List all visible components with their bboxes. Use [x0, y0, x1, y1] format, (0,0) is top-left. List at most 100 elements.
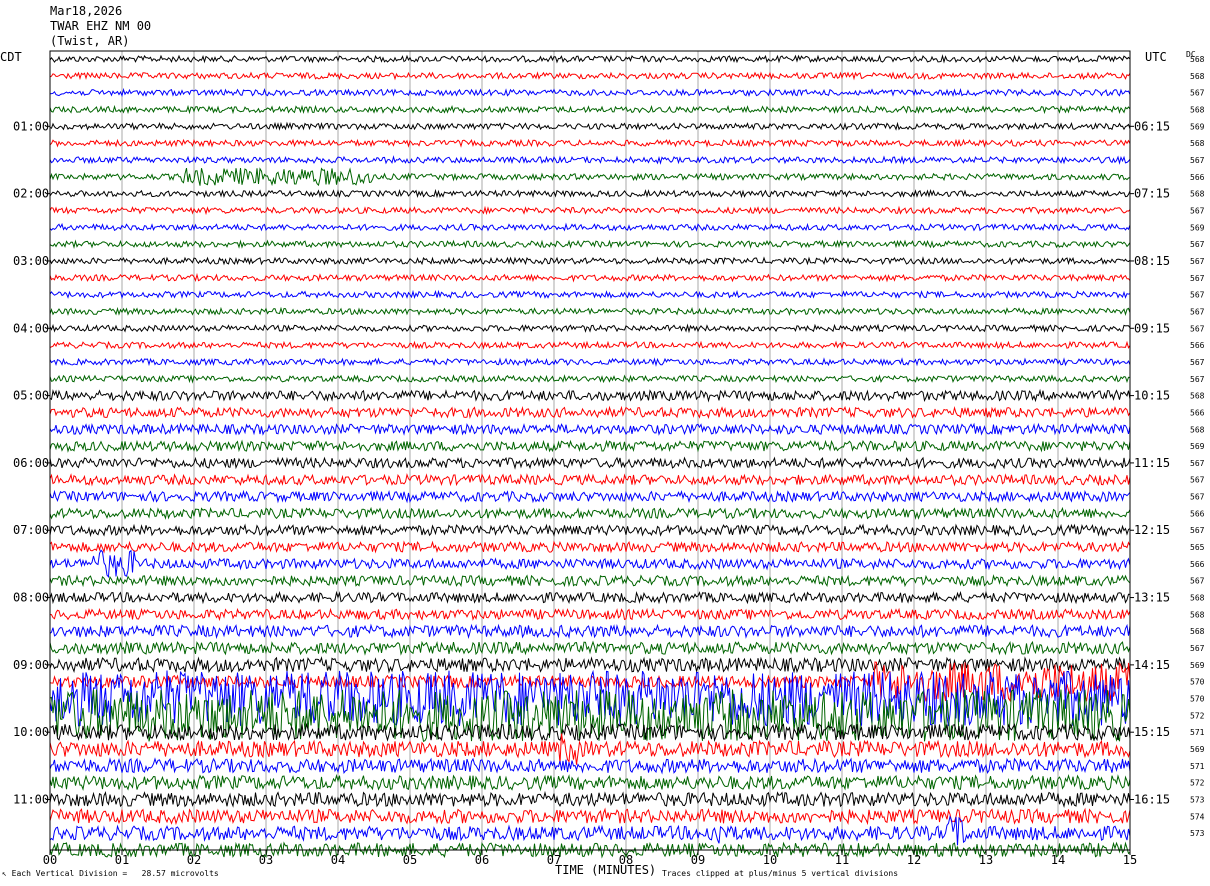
trace-24	[49, 439, 1131, 453]
plot-border	[49, 50, 1131, 851]
dc-offset-value: 565	[1190, 543, 1205, 552]
dc-offset-value: 568	[1190, 594, 1205, 603]
right-time-label: 11:15	[1134, 456, 1170, 470]
trace-17	[49, 323, 1131, 334]
x-tick-label: 01	[115, 853, 129, 867]
trace-23	[49, 422, 1131, 436]
dc-offset-value: 573	[1190, 829, 1205, 838]
dc-offset-value: 567	[1190, 274, 1205, 283]
dc-offset-value: 567	[1190, 307, 1205, 316]
trace-5	[49, 121, 1131, 131]
trace-19	[49, 357, 1131, 367]
footer-clip-note: Traces clipped at plus/minus 5 vertical …	[662, 869, 899, 878]
right-time-label: 06:15	[1134, 119, 1170, 133]
trace-21	[49, 388, 1131, 403]
dc-offset-value: 569	[1190, 223, 1205, 232]
trace-3	[49, 87, 1131, 98]
right-time-label: 14:15	[1134, 658, 1170, 672]
trace-20	[49, 374, 1131, 384]
dc-offset-value: 566	[1190, 341, 1205, 350]
left-time-label: 05:00	[13, 389, 49, 403]
dc-offset-value: 570	[1190, 695, 1205, 704]
dc-offset-value: 567	[1190, 324, 1205, 333]
dc-offset-value: 567	[1190, 644, 1205, 653]
right-time-label: 08:15	[1134, 254, 1170, 268]
dc-offset-value: 570	[1190, 678, 1205, 687]
dc-offset-value: 567	[1190, 459, 1205, 468]
dc-offset-value: 572	[1190, 779, 1205, 788]
left-time-label: 03:00	[13, 254, 49, 268]
x-tick-label: 12	[907, 853, 921, 867]
trace-8	[49, 167, 1131, 187]
left-time-label: 02:00	[13, 187, 49, 201]
trace-43	[49, 757, 1131, 775]
trace-32	[49, 574, 1131, 588]
x-tick-label: 00	[43, 853, 57, 867]
dc-offset-value: 567	[1190, 375, 1205, 384]
dc-offset-value: 573	[1190, 796, 1205, 805]
left-time-label: 11:00	[13, 793, 49, 807]
trace-22	[49, 405, 1131, 420]
trace-36	[49, 640, 1131, 656]
right-time-label: 13:15	[1134, 591, 1170, 605]
trace-7	[49, 155, 1131, 165]
trace-41	[49, 722, 1131, 742]
trace-27	[49, 489, 1131, 504]
trace-11	[49, 222, 1131, 232]
dc-offset-value: 569	[1190, 442, 1205, 451]
dc-offset-value: 568	[1190, 55, 1205, 64]
dc-offset-value: 568	[1190, 627, 1205, 636]
right-time-label: 15:15	[1134, 725, 1170, 739]
dc-offset-value: 571	[1190, 728, 1205, 737]
trace-6	[49, 138, 1131, 148]
helicorder-plot: 01:00 02:00 03:00 04:00 05:00 06:00 07:00 08:00…	[13, 50, 1205, 867]
x-tick-label: 14	[1051, 853, 1065, 867]
dc-offset-value: 567	[1190, 476, 1205, 485]
trace-46	[49, 807, 1131, 826]
trace-2	[49, 71, 1131, 81]
left-time-label: 07:00	[13, 523, 49, 537]
dc-offset-value: 567	[1190, 291, 1205, 300]
dc-offset-value: 568	[1190, 105, 1205, 114]
dc-offset-value: 567	[1190, 89, 1205, 98]
dc-offset-value: 572	[1190, 711, 1205, 720]
dc-offset-value: 566	[1190, 560, 1205, 569]
dc-offset-value: 567	[1190, 493, 1205, 502]
dc-offset-value: 567	[1190, 206, 1205, 215]
left-time-label: 10:00	[13, 725, 49, 739]
trace-44	[49, 773, 1131, 792]
dc-offset-value: 568	[1190, 392, 1205, 401]
trace-26	[49, 472, 1131, 487]
dc-offset-value: 574	[1190, 812, 1205, 821]
dc-offset-value: 566	[1190, 173, 1205, 182]
trace-12	[49, 239, 1131, 249]
x-tick-label: 03	[259, 853, 273, 867]
x-tick-label: 11	[835, 853, 849, 867]
trace-16	[49, 306, 1131, 317]
x-tick-label: 04	[331, 853, 345, 867]
x-axis-title: TIME (MINUTES)	[555, 863, 657, 877]
scale-note-text: Each Vertical Division = 28.57 microvolt…	[11, 869, 219, 878]
dc-offset-value: 568	[1190, 610, 1205, 619]
dc-offset-value: 567	[1190, 577, 1205, 586]
left-time-label: 06:00	[13, 456, 49, 470]
trace-31	[49, 549, 1131, 578]
dc-offset-value: 567	[1190, 358, 1205, 367]
trace-14	[49, 272, 1131, 283]
dc-offset-value: 568	[1190, 425, 1205, 434]
x-tick-label: 02	[187, 853, 201, 867]
dc-offset-value: 568	[1190, 139, 1205, 148]
dc-offset-value: 569	[1190, 745, 1205, 754]
dc-offset-value: 569	[1190, 661, 1205, 670]
dc-offset-value: 567	[1190, 156, 1205, 165]
trace-30	[49, 540, 1131, 554]
right-time-label: 10:15	[1134, 389, 1170, 403]
footer-scale-note: ↖ Each Vertical Division = 28.57 microvo…	[2, 869, 219, 878]
right-time-label: 12:15	[1134, 523, 1170, 537]
trace-34	[49, 607, 1131, 622]
dc-offset-value: 571	[1190, 762, 1205, 771]
x-tick-label: 15	[1123, 853, 1137, 867]
trace-15	[49, 289, 1131, 300]
dc-offset-value: 568	[1190, 72, 1205, 81]
dc-offset-value: 567	[1190, 526, 1205, 535]
